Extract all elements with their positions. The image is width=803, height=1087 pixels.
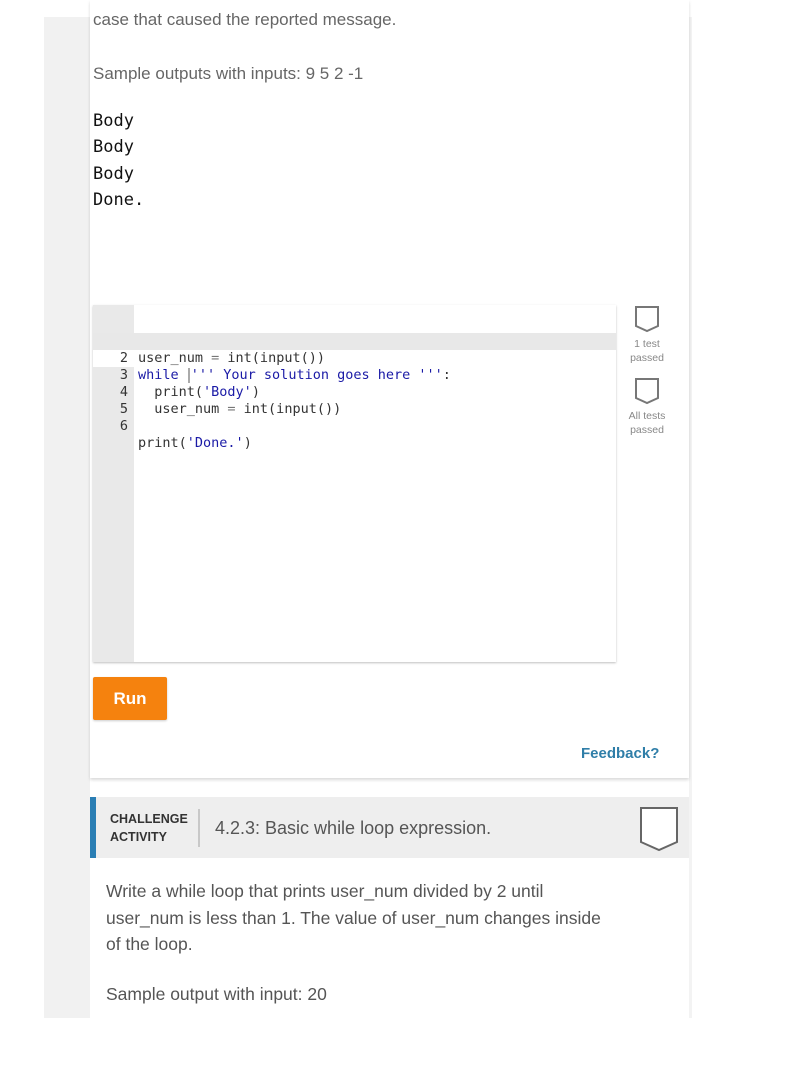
sample-output-line: Body <box>93 163 134 184</box>
feedback-link[interactable]: Feedback? <box>581 745 659 762</box>
test-badge-one-test: 1 test passed <box>620 305 674 365</box>
badge-icon <box>635 378 659 405</box>
code-line[interactable]: 5 <box>93 384 616 417</box>
sample-output-line: Done. <box>93 189 145 210</box>
challenge-sample-label: Sample output with input: 20 <box>106 984 327 1004</box>
code-line-active[interactable]: 2 while ''' Your solution goes here ''': <box>93 333 616 383</box>
code-text[interactable]: print('Done.') <box>138 435 252 452</box>
badge-icon <box>640 807 678 852</box>
page-margin-right <box>689 17 692 1018</box>
challenge-title: 4.2.3: Basic while loop expression. <box>215 818 492 838</box>
code-lines[interactable]: 1 user_num = int(input()) 2 while ''' Yo… <box>93 316 616 451</box>
completion-badge <box>639 806 679 857</box>
code-line[interactable]: 4 user_num = int(input()) <box>93 367 616 417</box>
test-badge-all-tests: All tests passed <box>620 377 674 437</box>
sample-output-line: Body <box>93 111 134 131</box>
run-button[interactable]: Run <box>93 677 167 720</box>
code-line[interactable]: 1 user_num = int(input()) <box>93 316 616 366</box>
badge-label: 1 test passed <box>630 338 664 364</box>
challenge-description: Write a while loop that prints user_num … <box>106 881 601 954</box>
challenge-accent-bar <box>90 797 96 858</box>
page-margin-left <box>44 17 90 1018</box>
line-number: 6 <box>119 418 128 434</box>
instructions-text: case that caused the reported message. <box>93 10 397 29</box>
header-divider <box>198 809 200 847</box>
code-editor[interactable]: 1 user_num = int(input()) 2 while ''' Yo… <box>93 305 616 662</box>
test-results: 1 test passed All tests passed <box>620 305 674 449</box>
badge-label: All tests passed <box>628 410 666 436</box>
code-line[interactable]: 3 print('Body') <box>93 350 616 400</box>
challenge-activity-card: CHALLENGE ACTIVITY 4.2.3: Basic while loo… <box>90 797 689 1018</box>
sample-outputs-label: Sample outputs with inputs: 9 5 2 -1 <box>93 64 364 83</box>
code-line[interactable]: 6 print('Done.') <box>93 401 616 451</box>
badge-icon <box>635 306 659 333</box>
sample-output-line: Body <box>93 137 134 158</box>
sample-output-block: Body Body Body Done. <box>93 108 144 213</box>
activity-type-label: CHALLENGE ACTIVITY <box>110 812 188 844</box>
challenge-header: CHALLENGE ACTIVITY 4.2.3: Basic while loo… <box>90 797 689 858</box>
